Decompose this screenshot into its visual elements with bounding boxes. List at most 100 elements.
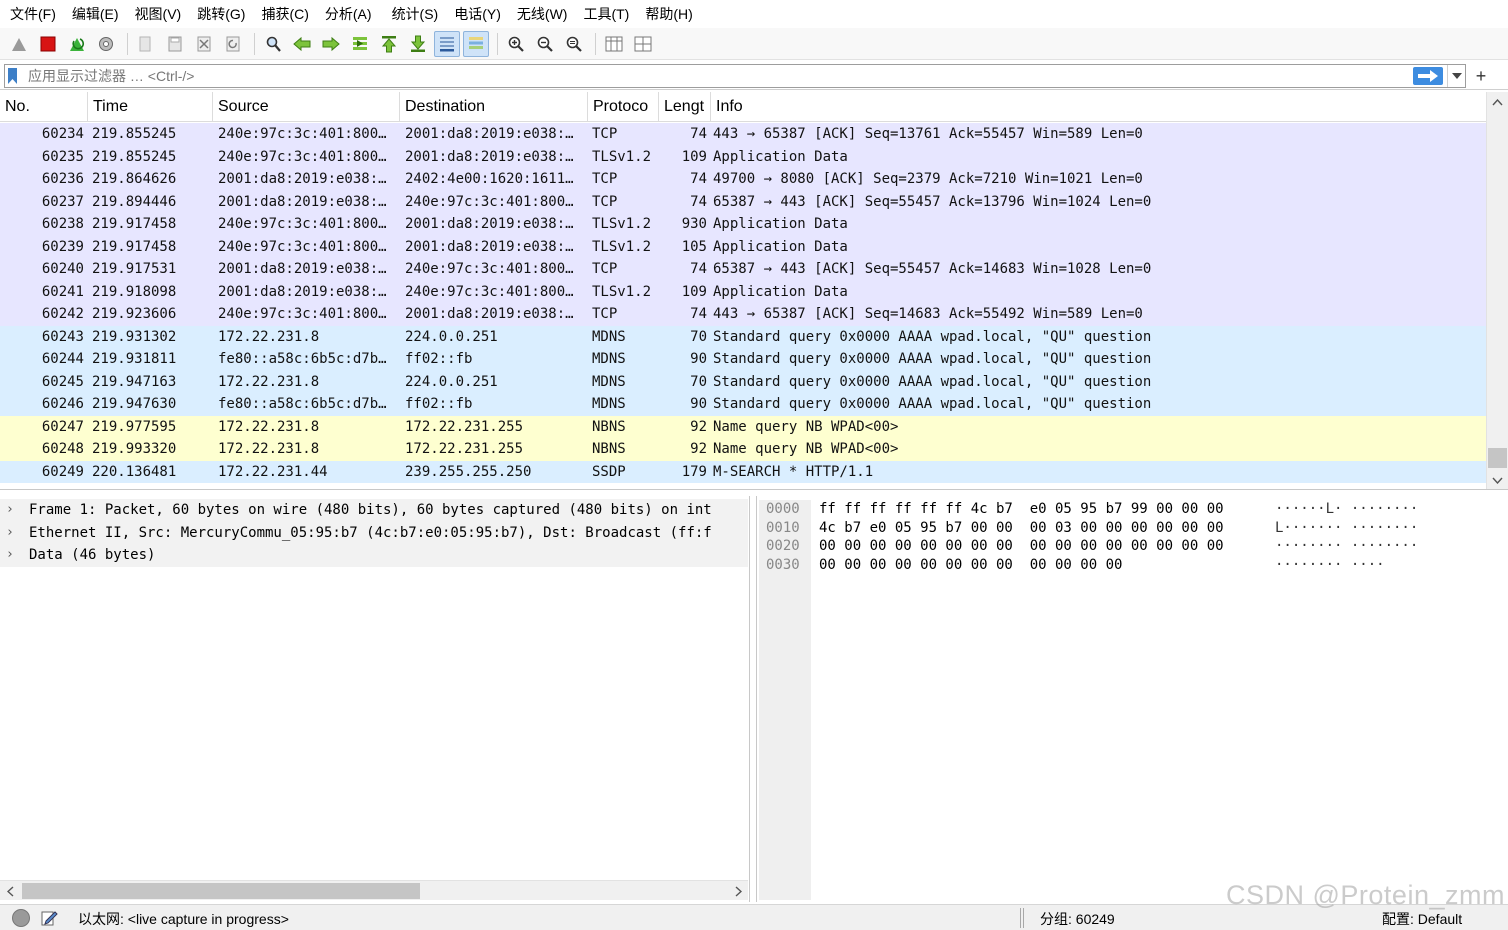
stop-capture-icon[interactable]: [35, 31, 61, 57]
byte-ascii-line: ········ ····: [1275, 556, 1385, 573]
toolbar-separator: [127, 32, 128, 55]
menu-item-0[interactable]: 文件(F): [2, 0, 64, 28]
tree-item[interactable]: › Data (46 bytes): [0, 544, 748, 567]
colorize-icon[interactable]: [463, 30, 489, 57]
zoom-in-icon[interactable]: [503, 31, 529, 57]
bytes-offset-column: 0000 0010 0020 0030: [759, 500, 811, 900]
table-row[interactable]: 60237 219.894446 2001:da8:2019:e038:… 240e:…: [0, 190, 1486, 213]
details-horizontal-scrollbar[interactable]: [0, 880, 748, 900]
table-row[interactable]: 60246 219.947630 fe80::a58c:6b5c:d7b… ff02:…: [0, 393, 1486, 416]
expand-chevron-icon[interactable]: ›: [0, 544, 18, 567]
cell-len: 74: [690, 126, 707, 142]
packet-list-scrollbar[interactable]: [1486, 92, 1508, 489]
add-filter-button-icon[interactable]: +: [1470, 64, 1492, 88]
byte-hex-line: ff ff ff ff ff ff 4c b7 e0 05 95 b7 99 0…: [819, 501, 1224, 517]
column-header-source[interactable]: Source: [213, 92, 400, 122]
byte-hex-line: 00 00 00 00 00 00 00 00 00 00 00 00 00 0…: [819, 538, 1224, 554]
column-header-length[interactable]: Lengt: [659, 92, 711, 122]
table-row[interactable]: 60238 219.917458 240e:97c:3c:401:800… 2001:…: [0, 213, 1486, 236]
cell-time: 219.923606: [92, 306, 177, 322]
column-header-no[interactable]: No.: [0, 92, 88, 122]
filter-bookmark-icon[interactable]: [7, 66, 20, 86]
go-to-packet-icon[interactable]: [347, 31, 373, 57]
byte-ascii-line: ······L· ········: [1275, 501, 1419, 517]
menu-item-8[interactable]: 无线(W): [509, 0, 576, 28]
cell-dst: 2001:da8:2019:e038:…: [405, 238, 574, 255]
restart-capture-icon[interactable]: [64, 31, 90, 57]
expand-chevron-icon[interactable]: ›: [0, 522, 18, 545]
shark-fin-start-icon[interactable]: [6, 31, 32, 57]
capture-options-icon[interactable]: [93, 31, 119, 57]
column-header-destination[interactable]: Destination: [400, 92, 588, 122]
table-row[interactable]: 60243 219.931302 172.22.231.8 224.0.0.251 MD…: [0, 325, 1486, 348]
resize-columns-icon[interactable]: [601, 31, 627, 57]
menu-item-2[interactable]: 视图(V): [127, 0, 190, 28]
table-row[interactable]: 60244 219.931811 fe80::a58c:6b5c:d7b… ff02:…: [0, 348, 1486, 371]
tree-item[interactable]: › Ethernet II, Src: MercuryCommu_05:95:b7…: [0, 522, 748, 545]
menu-item-1[interactable]: 编辑(E): [64, 0, 127, 28]
horizontal-scroll-thumb[interactable]: [22, 883, 420, 899]
cell-src: 240e:97c:3c:401:800…: [218, 238, 387, 255]
find-packet-icon[interactable]: [260, 31, 286, 57]
zoom-out-icon[interactable]: [532, 31, 558, 57]
open-file-icon[interactable]: [133, 31, 159, 57]
table-row[interactable]: 60249 220.136481 172.22.231.44 239.255.255.…: [0, 460, 1486, 483]
apply-filter-button[interactable]: [1413, 67, 1443, 85]
bytes-ascii-column[interactable]: ······L· ········ L······· ········ ······…: [1275, 500, 1418, 574]
profile-text[interactable]: 配置: Default: [1382, 909, 1462, 929]
scroll-right-icon[interactable]: [728, 881, 748, 901]
table-row[interactable]: 60239 219.917458 240e:97c:3c:401:800… 2001:…: [0, 235, 1486, 258]
menu-item-5[interactable]: 分析(A): [317, 0, 380, 28]
cell-src: 240e:97c:3c:401:800…: [218, 148, 387, 165]
column-header-info[interactable]: Info: [711, 92, 1486, 122]
expert-info-status-icon[interactable]: [12, 909, 30, 927]
first-packet-icon[interactable]: [376, 31, 402, 57]
cell-time: 219.917531: [92, 261, 177, 277]
cell-proto: MDNS: [592, 351, 626, 367]
column-header-time[interactable]: Time: [88, 92, 213, 122]
close-file-icon[interactable]: [191, 31, 217, 57]
cell-no: 60237: [41, 193, 84, 210]
filter-history-dropdown-icon[interactable]: [1447, 65, 1465, 87]
go-back-icon[interactable]: [289, 31, 315, 57]
zoom-normal-icon[interactable]: [561, 31, 587, 57]
scroll-up-icon[interactable]: [1487, 92, 1508, 112]
go-forward-icon[interactable]: [318, 31, 344, 57]
capture-comment-icon[interactable]: [40, 909, 58, 927]
table-row[interactable]: 60242 219.923606 240e:97c:3c:401:800… 2001:…: [0, 303, 1486, 326]
table-row[interactable]: 60235 219.855245 240e:97c:3c:401:800… 2001:…: [0, 145, 1486, 168]
table-row[interactable]: 60241 219.918098 2001:da8:2019:e038:… 240e:…: [0, 280, 1486, 303]
display-filter-input[interactable]: [20, 65, 1413, 87]
table-row[interactable]: 60240 219.917531 2001:da8:2019:e038:… 240e:…: [0, 258, 1486, 281]
menu-item-6[interactable]: 统计(S): [384, 0, 447, 28]
cell-src: 2001:da8:2019:e038:…: [218, 283, 387, 300]
scroll-left-icon[interactable]: [0, 881, 20, 901]
table-row[interactable]: 60248 219.993320 172.22.231.8 172.22.231.25…: [0, 438, 1486, 461]
save-file-icon[interactable]: [162, 31, 188, 57]
menu-item-3[interactable]: 跳转(G): [189, 0, 253, 28]
reload-file-icon[interactable]: [220, 31, 246, 57]
table-row[interactable]: 60234 219.855245 240e:97c:3c:401:800… 2001:…: [0, 123, 1486, 146]
column-header-protocol[interactable]: Protoco: [588, 92, 659, 122]
last-packet-icon[interactable]: [405, 31, 431, 57]
menu-item-4[interactable]: 捕获(C): [253, 0, 316, 28]
auto-scroll-icon[interactable]: [434, 30, 460, 57]
menu-item-9[interactable]: 工具(T): [575, 0, 637, 28]
cell-info: Standard query 0x0000 AAAA wpad.local, "…: [713, 328, 1152, 345]
table-row[interactable]: 60236 219.864626 2001:da8:2019:e038:… 2402:…: [0, 168, 1486, 191]
tree-item[interactable]: › Frame 1: Packet, 60 bytes on wire (480 …: [0, 499, 748, 522]
menu-item-7[interactable]: 电话(Y): [446, 0, 509, 28]
cell-src: 172.22.231.44: [218, 463, 328, 480]
menu-item-10[interactable]: 帮助(H): [637, 0, 700, 28]
layout-icon[interactable]: [630, 31, 656, 57]
cell-time: 219.917458: [92, 216, 177, 232]
bytes-hex-column[interactable]: ff ff ff ff ff ff 4c b7 e0 05 95 b7 99 0…: [819, 500, 1224, 574]
cell-dst: ff02::fb: [405, 351, 473, 367]
cell-info: Name query NB WPAD<00>: [713, 418, 899, 435]
expand-chevron-icon[interactable]: ›: [0, 499, 18, 522]
table-row[interactable]: 60245 219.947163 172.22.231.8 224.0.0.251 MD…: [0, 370, 1486, 393]
scroll-down-icon[interactable]: [1487, 470, 1508, 489]
scroll-thumb[interactable]: [1488, 448, 1507, 468]
table-row[interactable]: 60247 219.977595 172.22.231.8 172.22.231.25…: [0, 415, 1486, 438]
cell-no: 60240: [41, 261, 84, 277]
